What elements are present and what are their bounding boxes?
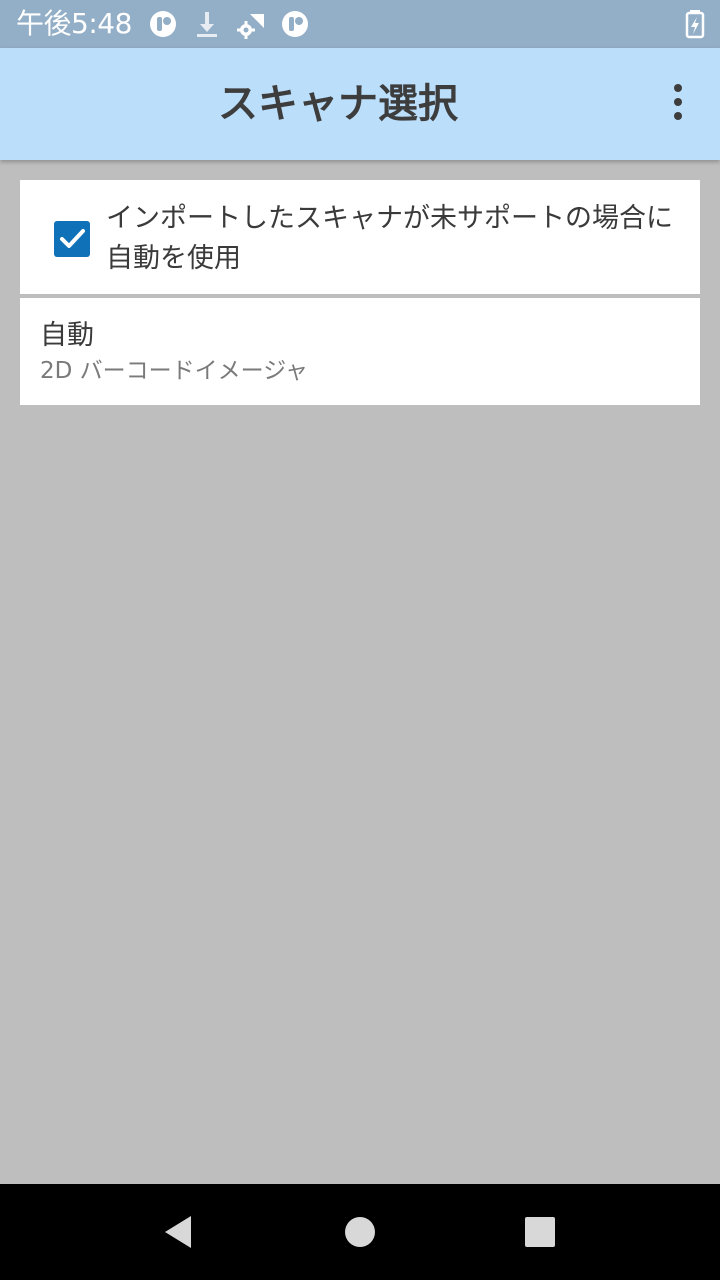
more-options-button[interactable] — [656, 82, 700, 126]
scanner-type: 2D バーコードイメージャ — [40, 358, 309, 384]
recents-icon — [525, 1217, 555, 1247]
notification-app-icon — [280, 8, 310, 40]
scanner-list-item[interactable]: 自動 2D バーコードイメージャ — [20, 298, 700, 405]
back-icon — [165, 1216, 191, 1248]
page-title: スキャナ選択 — [218, 81, 458, 127]
auto-scanner-setting-row[interactable]: インポートしたスキャナが未サポートの場合に自動を使用 — [20, 180, 700, 294]
app-bar: スキャナ選択 — [0, 48, 720, 160]
more-vert-icon — [672, 84, 684, 124]
back-button[interactable] — [154, 1208, 202, 1256]
status-time: 午後5:48 — [16, 7, 132, 40]
settings-wifi-icon — [236, 8, 266, 40]
download-icon — [192, 8, 222, 40]
status-bar: 午後5:48 — [0, 0, 720, 48]
home-icon — [345, 1217, 375, 1247]
notification-app-icon — [148, 8, 178, 40]
recents-button[interactable] — [516, 1208, 564, 1256]
battery-charging-icon — [682, 8, 710, 40]
home-button[interactable] — [336, 1208, 384, 1256]
check-icon — [60, 229, 85, 248]
auto-checkbox-label: インポートしたスキャナが未サポートの場合に自動を使用 — [106, 203, 673, 274]
scanner-name: 自動 — [40, 320, 94, 351]
auto-checkbox[interactable] — [54, 221, 90, 257]
navigation-bar — [0, 1184, 720, 1280]
